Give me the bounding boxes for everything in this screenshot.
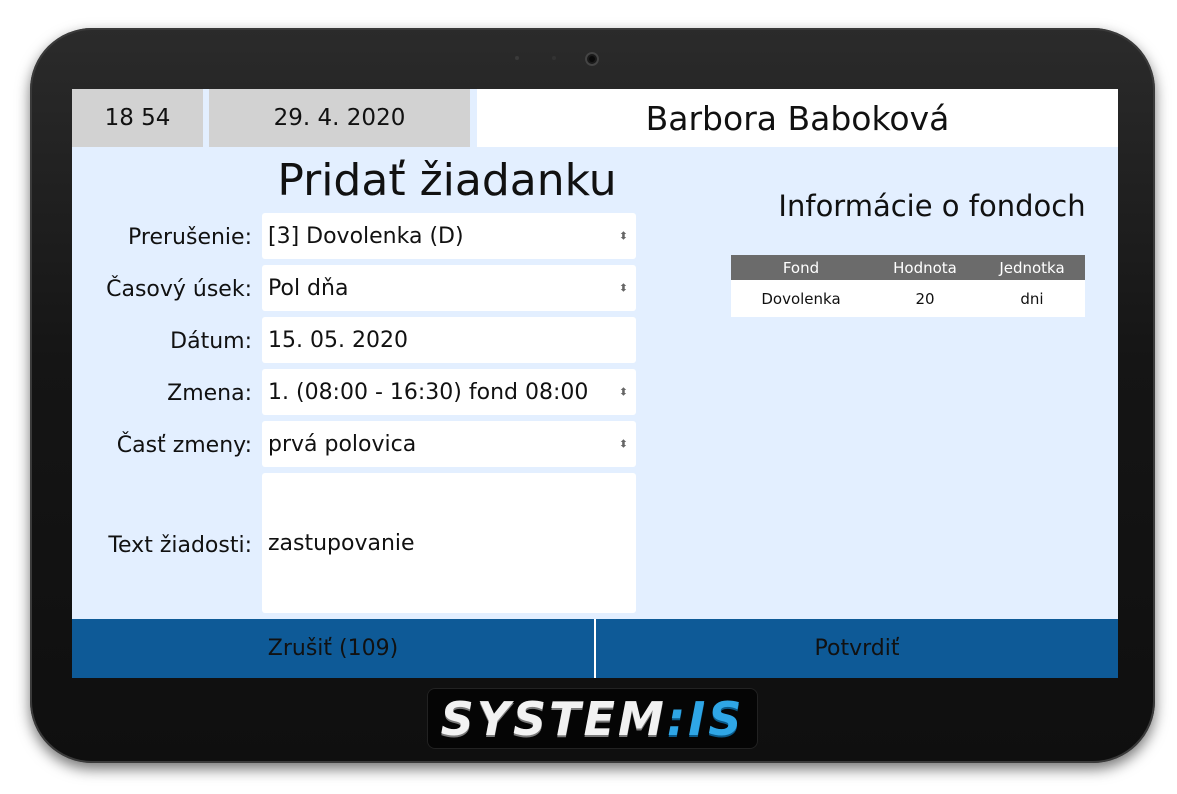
sensor-dot: [552, 56, 556, 60]
confirm-button[interactable]: Potvrdiť: [596, 619, 1118, 678]
column-header-unit: Jednotka: [979, 255, 1085, 280]
shift-part-label: Časť zmeny:: [116, 433, 252, 458]
clock-time: 18 54: [72, 89, 203, 147]
chevron-updown-icon: ⬍: [618, 437, 628, 451]
current-date: 29. 4. 2020: [209, 89, 470, 147]
shift-select[interactable]: 1. (08:00 - 16:30) fond 08:00 ⬍: [262, 369, 636, 415]
chevron-updown-icon: ⬍: [618, 229, 628, 243]
interruption-select[interactable]: [3] Dovolenka (D) ⬍: [262, 213, 636, 259]
table-row: Dovolenka 20 dni: [731, 280, 1085, 317]
logo-text-is: IS: [688, 691, 745, 746]
chevron-updown-icon: ⬍: [618, 385, 628, 399]
request-text-label: Text žiadosti:: [108, 533, 252, 558]
fund-value-cell: 20: [871, 280, 979, 317]
shift-part-select[interactable]: prvá polovica ⬍: [262, 421, 636, 467]
time-segment-value: Pol dňa: [268, 275, 349, 301]
fund-name-cell: Dovolenka: [731, 280, 871, 317]
column-header-value: Hodnota: [871, 255, 979, 280]
time-segment-select[interactable]: Pol dňa ⬍: [262, 265, 636, 311]
interruption-label: Prerušenie:: [128, 225, 252, 250]
column-header-fund: Fond: [731, 255, 871, 280]
date-label: Dátum:: [170, 329, 252, 354]
table-header-row: Fond Hodnota Jednotka: [731, 255, 1085, 280]
date-value: 15. 05. 2020: [268, 327, 408, 353]
fund-unit-cell: dni: [979, 280, 1085, 317]
request-text-value: zastupovanie: [268, 530, 415, 556]
cancel-button[interactable]: Zrušiť (109): [72, 619, 594, 678]
date-input[interactable]: 15. 05. 2020: [262, 317, 636, 363]
request-text-area[interactable]: zastupovanie: [262, 473, 636, 613]
chevron-updown-icon: ⬍: [618, 281, 628, 295]
time-segment-label: Časový úsek:: [106, 277, 252, 302]
funds-table: Fond Hodnota Jednotka Dovolenka 20 dni: [731, 255, 1085, 317]
user-name: Barbora Baboková: [477, 89, 1118, 147]
funds-title: Informácie o fondoch: [778, 189, 1086, 223]
interruption-value: [3] Dovolenka (D): [268, 223, 464, 249]
page-title: Pridať žiadanku: [277, 155, 617, 206]
brand-logo: SYSTEM: IS: [427, 688, 758, 749]
shift-value: 1. (08:00 - 16:30) fond 08:00: [268, 379, 589, 405]
shift-label: Zmena:: [167, 381, 252, 406]
logo-text-system: SYSTEM: [440, 691, 667, 746]
app-screen: 18 54 29. 4. 2020 Barbora Baboková Prida…: [72, 89, 1118, 678]
logo-separator: :: [666, 691, 689, 746]
camera-icon: [585, 52, 599, 66]
shift-part-value: prvá polovica: [268, 431, 417, 457]
sensor-dot: [515, 56, 519, 60]
